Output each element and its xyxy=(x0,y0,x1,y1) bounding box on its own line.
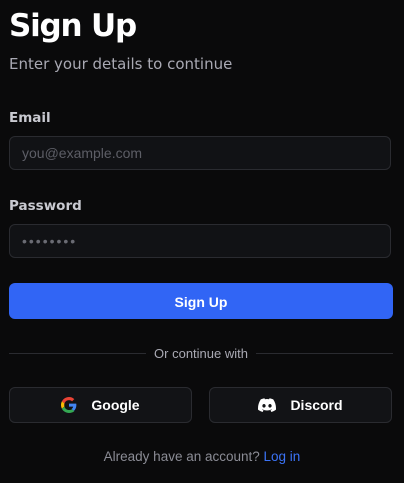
divider-text: Or continue with xyxy=(154,345,248,361)
discord-button-label: Discord xyxy=(290,397,343,413)
email-field[interactable] xyxy=(9,136,391,170)
discord-button[interactable]: Discord xyxy=(209,387,392,423)
or-divider: Or continue with xyxy=(9,344,393,362)
password-label: Password xyxy=(9,198,82,214)
google-button[interactable]: Google xyxy=(9,387,192,423)
signup-page: Sign Up Enter your details to continue E… xyxy=(0,0,404,483)
login-link[interactable]: Log in xyxy=(264,449,301,464)
login-prompt: Already have an account? Log in xyxy=(0,449,404,464)
login-prompt-text: Already have an account? xyxy=(103,449,260,464)
password-field[interactable] xyxy=(9,224,391,258)
google-button-label: Google xyxy=(91,397,140,413)
sign-up-button[interactable]: Sign Up xyxy=(9,283,393,319)
google-icon xyxy=(61,397,77,413)
divider-line-right xyxy=(255,352,393,354)
divider-line-left xyxy=(9,352,147,354)
email-label: Email xyxy=(9,110,51,126)
discord-icon xyxy=(258,398,277,412)
page-subtitle: Enter your details to continue xyxy=(9,55,233,73)
page-title: Sign Up xyxy=(9,8,137,44)
